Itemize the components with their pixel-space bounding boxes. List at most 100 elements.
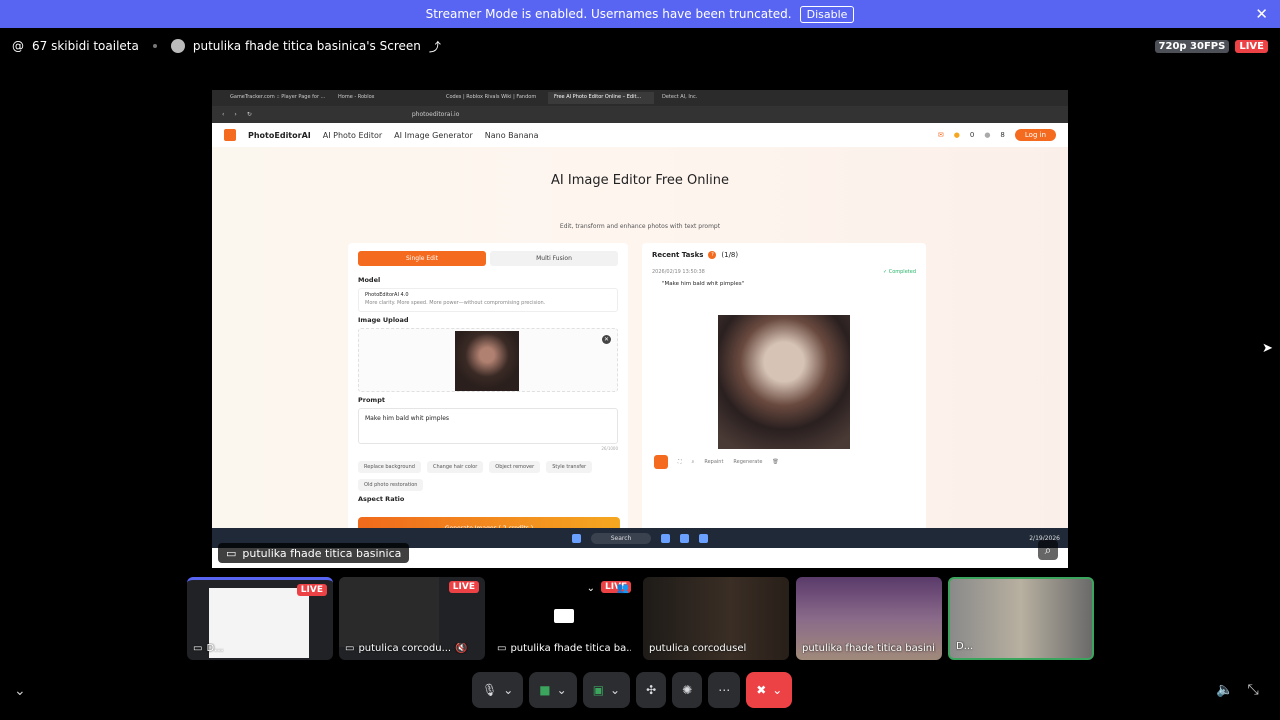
screen-share-icon: ▭ (497, 643, 507, 654)
login-button[interactable]: Log in (1014, 129, 1056, 141)
avatar (170, 39, 185, 53)
chip[interactable]: Style transfer (546, 461, 593, 473)
browser-tab[interactable]: GameTracker.com :: Player Page for ... (224, 92, 330, 104)
model-select[interactable]: PhotoEditorAI 4.0 More clarity. More spe… (358, 288, 618, 312)
screen-share-icon: ▣ (592, 683, 605, 697)
chip[interactable]: Replace background (358, 461, 421, 473)
taskbar-search[interactable]: Search (590, 532, 652, 544)
page-subtitle: Edit, transform and enhance photos with … (559, 223, 721, 230)
participant-tile[interactable]: LIVE ⌄ 👥 ▭ putulika fhade titica ba... (491, 577, 637, 660)
disconnect-button[interactable]: ✖ ⌄ (746, 672, 793, 708)
address-bar: ‹ › ↻ photoeditorai.io (212, 106, 1068, 123)
reload-icon[interactable]: ↻ (247, 111, 252, 118)
tab-single-edit[interactable]: Single Edit (358, 251, 486, 266)
taskbar-app-icon[interactable] (699, 533, 709, 543)
gem-icon: ● (984, 131, 991, 139)
live-badge: LIVE (448, 581, 479, 593)
chevron-down-icon[interactable]: ⌄ (587, 583, 595, 594)
browser-tab-active[interactable]: Free AI Photo Editor Online – Edit... (548, 92, 654, 104)
activities-button[interactable]: ✣ (636, 672, 667, 708)
tab-multi-fusion[interactable]: Multi Fusion (490, 251, 618, 266)
recent-tasks-card: Recent Tasks ? (1/8) 2026/02/19 13:50:38… (642, 243, 926, 553)
exit-fullscreen-icon[interactable]: ⤡ (1247, 682, 1258, 698)
status-badge: ✓ Completed (882, 269, 916, 275)
close-icon[interactable]: ✕ (1255, 5, 1268, 23)
taskbar-app-icon[interactable] (680, 533, 690, 543)
participant-name: putulica corcodusel (649, 643, 747, 654)
participant-tile[interactable]: putulica corcodusel (643, 577, 789, 660)
stream-preview (339, 577, 439, 647)
nav-link[interactable]: AI Image Generator (394, 131, 473, 140)
screen-share-button[interactable]: ▣ ⌄ (582, 672, 631, 708)
zoom-icon[interactable]: ⌕ (692, 459, 695, 465)
zoom-icon[interactable]: ⌕ (1038, 540, 1058, 560)
microphone-icon: 🎙 (482, 683, 498, 697)
shared-screen[interactable]: GameTracker.com :: Player Page for ... H… (212, 90, 1068, 568)
windows-start-icon[interactable] (571, 533, 581, 543)
more-button[interactable]: ⋯ (708, 672, 741, 708)
help-icon[interactable]: ? (708, 251, 717, 259)
participant-tile[interactable]: LIVE ▭ putulica corcodu... 🔇 (339, 577, 485, 660)
regenerate-button[interactable]: Regenerate (733, 459, 762, 465)
add-people-icon[interactable]: 👥 (617, 583, 629, 594)
chip[interactable]: Change hair color (426, 461, 484, 473)
live-badge: LIVE (1235, 39, 1268, 53)
soundboard-icon: ✺ (682, 683, 693, 697)
prompt-input[interactable]: Make him bald whit pimples (358, 408, 618, 444)
camera-button[interactable]: ■ ⌄ (529, 672, 577, 708)
chip[interactable]: Object remover (489, 461, 541, 473)
result-image[interactable] (718, 315, 850, 449)
chevron-down-icon[interactable]: ⌄ (610, 683, 620, 697)
chevron-down-icon[interactable]: ⌄ (14, 683, 26, 699)
taskbar-app-icon[interactable] (661, 533, 671, 543)
channel-name: 67 skibidi toaileta (32, 39, 139, 53)
participant-tile[interactable]: putulika fhade titica basini... (796, 577, 942, 660)
task-count: (1/8) (721, 251, 739, 259)
call-header: @ 67 skibidi toaileta putulika fhade tit… (0, 28, 1280, 64)
chevron-down-icon[interactable]: ⌄ (772, 683, 782, 697)
uploaded-photo (455, 331, 519, 391)
screen-share-icon: ▭ (193, 643, 203, 654)
chevron-down-icon[interactable]: ⌄ (557, 683, 567, 697)
prompt-chips: Replace background Change hair color Obj… (358, 461, 618, 491)
soundboard-button[interactable]: ✺ (672, 672, 703, 708)
browser-tab[interactable]: Detect AI, Inc. (656, 92, 762, 104)
screen-title: putulika fhade titica basinica's Screen (192, 39, 421, 53)
microphone-button[interactable]: 🎙 ⌄ (472, 672, 524, 708)
participant-tile-speaking[interactable]: D... (948, 577, 1094, 660)
chevron-down-icon[interactable]: ⌄ (503, 683, 513, 697)
url-text[interactable]: photoeditorai.io (412, 111, 460, 118)
repaint-button[interactable]: Repaint (704, 459, 723, 465)
participant-tile[interactable]: LIVE ▭ D... (187, 577, 333, 660)
activities-icon: ✣ (646, 683, 657, 697)
coin-icon: ● (953, 131, 960, 139)
char-counter: 26/1000 (601, 446, 618, 451)
credits-b: 8 (1000, 131, 1005, 139)
nav-link[interactable]: AI Photo Editor (323, 131, 382, 140)
fullscreen-icon[interactable]: ⛶ (678, 459, 682, 465)
image-upload[interactable]: ✕ (358, 328, 618, 392)
credits-a: 0 (969, 131, 975, 139)
browser-tab[interactable]: Codes | Roblox Rivals Wiki | Fandom (440, 92, 546, 104)
disable-button[interactable]: Disable (799, 5, 855, 23)
remove-image-icon[interactable]: ✕ (602, 335, 611, 344)
forward-icon[interactable]: › (234, 111, 236, 118)
back-icon[interactable]: ‹ (222, 111, 224, 118)
live-badge: LIVE (296, 584, 327, 596)
participant-name: D... (956, 641, 974, 652)
banner-text: Streamer Mode is enabled. Usernames have… (425, 7, 792, 21)
screen-share-icon: ⤴ (428, 39, 441, 54)
volume-muted-icon[interactable]: 🔈 (1216, 682, 1233, 698)
stream-owner-name: putulika fhade titica basinica (242, 546, 402, 560)
model-desc: More clarity. More speed. More power—wit… (365, 300, 546, 306)
mail-icon[interactable]: ✉ (938, 131, 944, 139)
web-page: PhotoEditorAI AI Photo Editor AI Image G… (212, 123, 1068, 553)
chip[interactable]: Old photo restoration (358, 479, 424, 491)
page-title: AI Image Editor Free Online (551, 173, 729, 188)
nav-link[interactable]: Nano Banana (485, 131, 539, 140)
browser-tab[interactable]: Home - Roblox (332, 92, 438, 104)
browser-tabs: GameTracker.com :: Player Page for ... H… (212, 90, 1068, 106)
delete-icon[interactable]: 🗑 (772, 459, 778, 465)
download-button[interactable] (654, 455, 668, 469)
site-brand[interactable]: PhotoEditorAI (248, 131, 311, 140)
